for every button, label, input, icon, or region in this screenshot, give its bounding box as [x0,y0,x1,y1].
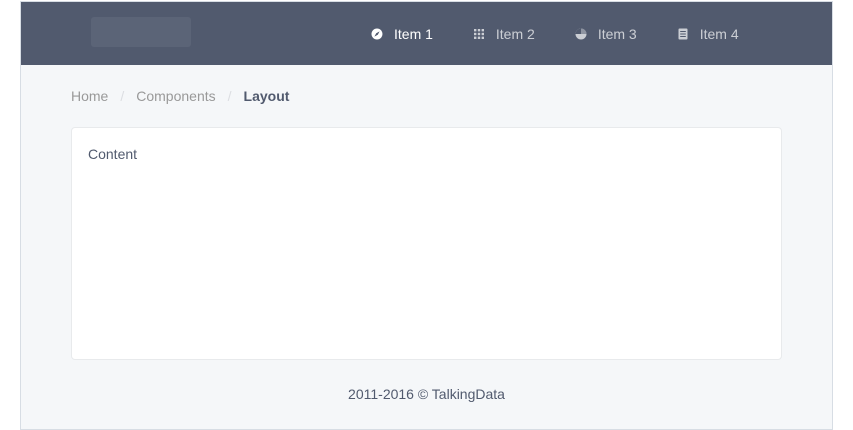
app-layout: Item 1 Item 2 Item 3 Item 4 Home / Compo… [20,1,833,430]
pie-chart-icon [575,28,587,40]
nav-item-3[interactable]: Item 3 [555,2,657,65]
grid-icon [473,28,485,40]
top-navbar: Item 1 Item 2 Item 3 Item 4 [21,2,832,65]
document-icon [677,28,689,40]
nav-item-4[interactable]: Item 4 [657,2,759,65]
nav-item-2[interactable]: Item 2 [453,2,555,65]
content-text: Content [88,146,138,162]
navigate-icon [371,28,383,40]
breadcrumb-home[interactable]: Home [71,88,108,104]
nav-item-label: Item 3 [597,25,637,42]
nav-item-1[interactable]: Item 1 [351,2,453,65]
nav-item-label: Item 2 [495,25,535,42]
content-card: Content [71,127,782,360]
breadcrumb-components[interactable]: Components [136,88,215,104]
nav-item-label: Item 4 [699,25,739,42]
logo-placeholder[interactable] [91,17,191,47]
breadcrumb: Home / Components / Layout [71,88,289,104]
main-nav: Item 1 Item 2 Item 3 Item 4 [351,2,759,65]
nav-item-label: Item 1 [394,25,433,42]
breadcrumb-separator: / [120,88,125,104]
breadcrumb-separator: / [227,88,232,104]
footer: 2011-2016 © TalkingData [348,386,505,402]
breadcrumb-layout: Layout [243,88,290,104]
